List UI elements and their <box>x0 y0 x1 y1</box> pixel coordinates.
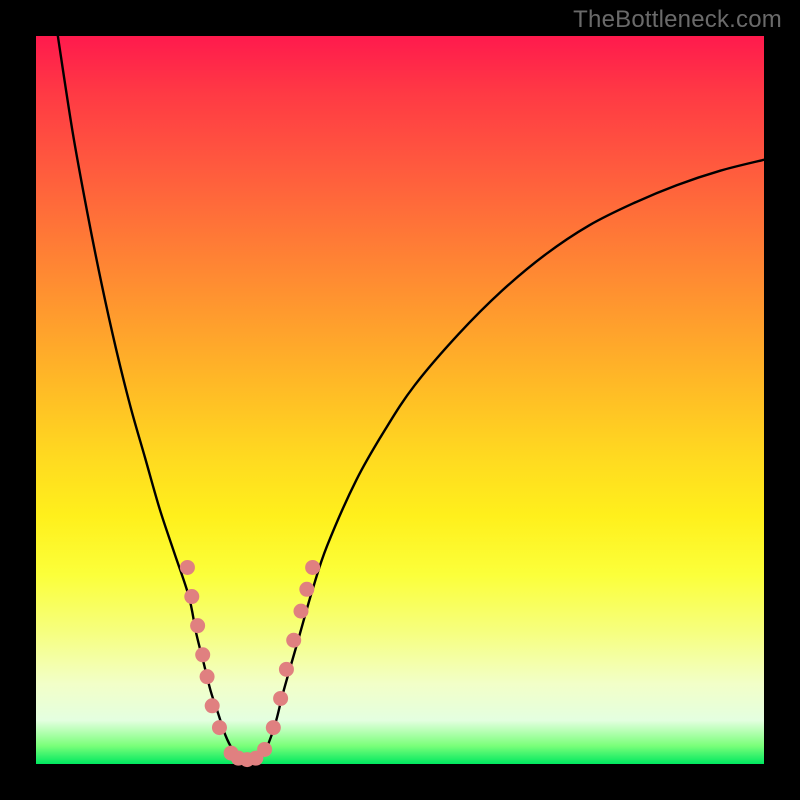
curve-marker <box>305 560 320 575</box>
curve-marker <box>212 720 227 735</box>
curve-marker <box>299 582 314 597</box>
curve-marker <box>200 669 215 684</box>
curve-marker <box>293 604 308 619</box>
watermark-text: TheBottleneck.com <box>573 6 782 34</box>
curve-markers <box>180 560 320 767</box>
curve-marker <box>195 647 210 662</box>
curve-marker <box>279 662 294 677</box>
curve-marker <box>190 618 205 633</box>
curve-marker <box>205 698 220 713</box>
curve-marker <box>257 742 272 757</box>
curve-marker <box>266 720 281 735</box>
curve-marker <box>273 691 288 706</box>
bottleneck-curve <box>58 36 764 761</box>
chart-frame: TheBottleneck.com <box>0 0 800 800</box>
curve-marker <box>286 633 301 648</box>
curve-marker <box>180 560 195 575</box>
curve-layer <box>36 36 764 764</box>
curve-marker <box>184 589 199 604</box>
